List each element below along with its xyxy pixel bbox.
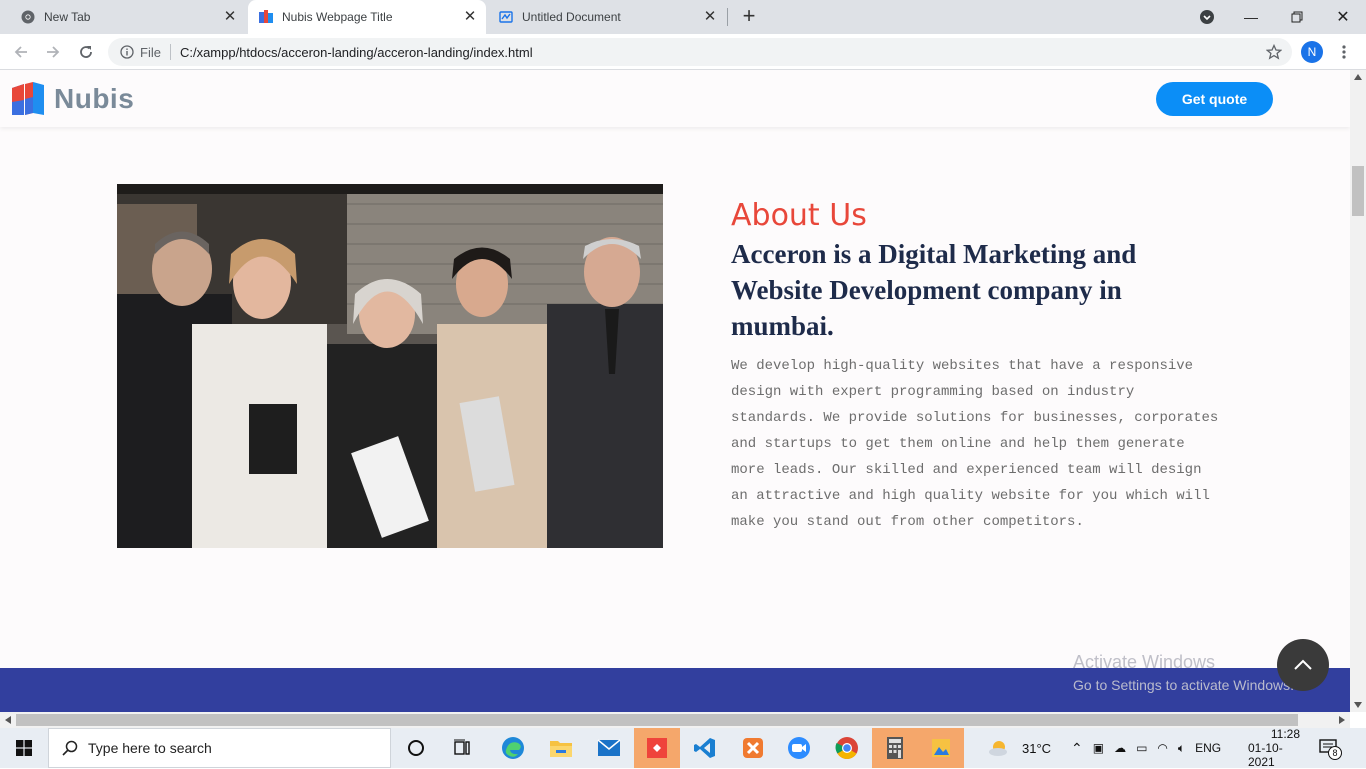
task-view-icon[interactable] — [439, 728, 485, 768]
vscode-icon[interactable] — [682, 728, 728, 768]
site-logo[interactable]: Nubis — [12, 82, 134, 116]
battery-icon[interactable]: ▭ — [1136, 741, 1147, 755]
tab-untitled-document[interactable]: Untitled Document ✕ — [488, 0, 726, 34]
xampp-icon[interactable] — [730, 728, 776, 768]
clock-date: 01-10-2021 — [1248, 741, 1283, 769]
zoom-icon[interactable] — [776, 728, 822, 768]
taskbar-search-box[interactable]: Type here to search — [48, 728, 391, 768]
address-bar[interactable]: File C:/xampp/htdocs/acceron-landing/acc… — [108, 38, 1292, 66]
show-hidden-icons-chevron-icon[interactable]: ⌃ — [1071, 740, 1083, 757]
speaker-icon[interactable]: 🔈︎ — [1178, 741, 1185, 756]
nubis-logo-icon — [12, 82, 44, 115]
close-tab-icon[interactable]: ✕ — [702, 9, 718, 25]
url-text[interactable]: C:/xampp/htdocs/acceron-landing/acceron-… — [180, 45, 533, 60]
scroll-right-arrow-icon — [1339, 716, 1345, 724]
edge-browser-icon[interactable] — [490, 728, 536, 768]
vertical-scroll-thumb[interactable] — [1352, 166, 1364, 216]
about-heading: Acceron is a Digital Marketing and Websi… — [731, 239, 1137, 341]
wifi-icon[interactable]: ◠ — [1157, 741, 1167, 755]
browser-menu-button[interactable] — [1334, 40, 1354, 64]
tab-title: Nubis Webpage Title — [282, 10, 393, 24]
close-tab-icon[interactable]: ✕ — [222, 9, 238, 25]
vertical-scrollbar[interactable] — [1350, 70, 1366, 712]
address-divider — [169, 44, 171, 60]
close-window-button[interactable]: ✕ — [1320, 0, 1366, 34]
notification-count-badge: 8 — [1328, 746, 1342, 760]
bookmark-star-icon[interactable] — [1266, 44, 1282, 60]
meet-now-icon[interactable]: ▣ — [1093, 741, 1104, 755]
activate-windows-subtitle: Go to Settings to activate Windows. — [1073, 677, 1294, 693]
info-icon[interactable] — [120, 45, 134, 59]
tab-search-button[interactable] — [1184, 0, 1230, 34]
horizontal-scroll-thumb[interactable] — [16, 714, 1298, 726]
get-quote-button[interactable]: Get quote — [1156, 82, 1273, 116]
start-button[interactable] — [0, 728, 48, 768]
page-viewport: Nubis Get quote About Us Acceron is a Di… — [0, 70, 1350, 712]
notification-center-button[interactable]: 8 — [1318, 728, 1342, 768]
photos-app-icon[interactable] — [918, 728, 964, 768]
browser-tab-strip: New Tab ✕ Nubis Webpage Title ✕ Untitled… — [0, 0, 1366, 34]
partly-cloudy-icon — [989, 741, 1007, 756]
scroll-up-arrow-icon — [1354, 74, 1362, 80]
about-us-label: About Us — [731, 198, 867, 233]
tab-divider — [727, 8, 728, 26]
windows-logo-icon — [16, 740, 32, 756]
tab-nubis-webpage[interactable]: Nubis Webpage Title ✕ — [248, 0, 486, 34]
about-description: We develop high-quality websites that ha… — [731, 358, 1219, 530]
arrow-left-icon — [14, 46, 27, 58]
activate-windows-title: Activate Windows — [1073, 652, 1216, 672]
arrow-right-icon — [47, 46, 60, 58]
new-tab-button[interactable]: + — [737, 5, 761, 29]
chevron-up-icon — [1294, 659, 1312, 670]
language-indicator[interactable]: ENG — [1195, 741, 1221, 755]
search-icon — [62, 740, 78, 756]
close-tab-icon[interactable]: ✕ — [462, 9, 478, 25]
search-placeholder: Type here to search — [88, 740, 212, 756]
brand-name: Nubis — [54, 83, 135, 114]
tab-title: Untitled Document — [522, 10, 621, 24]
tab-title: New Tab — [44, 10, 91, 24]
nubis-logo-icon — [258, 9, 274, 25]
scroll-left-arrow-icon — [5, 716, 11, 724]
weather-widget[interactable]: 31°C — [988, 728, 1051, 768]
calculator-icon[interactable] — [872, 728, 918, 768]
chrome-icon[interactable] — [824, 728, 870, 768]
onedrive-cloud-icon[interactable]: ☁ — [1114, 741, 1126, 755]
kebab-menu-icon — [1342, 45, 1346, 59]
reload-button[interactable] — [74, 40, 98, 64]
weather-temperature: 31°C — [1022, 740, 1052, 756]
team-photo — [117, 184, 663, 548]
anydesk-icon[interactable] — [634, 728, 680, 768]
back-button[interactable] — [9, 40, 33, 64]
system-tray: ⌃ ▣ ☁ ▭ ◠ 🔈︎ ENG — [1066, 728, 1221, 768]
restore-button[interactable] — [1274, 0, 1320, 34]
restore-icon — [1291, 11, 1303, 23]
chevron-down-icon — [1200, 10, 1214, 24]
profile-avatar[interactable]: N — [1301, 41, 1323, 63]
clock[interactable]: 11:28 01-10-2021 — [1248, 727, 1300, 769]
document-icon — [498, 9, 514, 25]
tab-new-tab[interactable]: New Tab ✕ — [0, 0, 246, 34]
windows-taskbar: Type here to search 31°C ⌃ ▣ ☁ ▭ ◠ 🔈︎ EN… — [0, 727, 1366, 769]
reload-icon — [80, 46, 92, 58]
browser-toolbar: File C:/xampp/htdocs/acceron-landing/acc… — [0, 34, 1366, 70]
scroll-to-top-button[interactable] — [1277, 639, 1329, 691]
chrome-icon — [20, 9, 36, 25]
cortana-icon[interactable] — [393, 728, 439, 768]
scroll-down-arrow-icon — [1354, 702, 1362, 708]
site-header: Nubis Get quote — [0, 70, 1350, 127]
forward-button[interactable] — [41, 40, 65, 64]
horizontal-scrollbar[interactable] — [0, 712, 1350, 728]
scheme-label: File — [140, 44, 161, 60]
file-explorer-icon[interactable] — [538, 728, 584, 768]
mail-icon[interactable] — [586, 728, 632, 768]
clock-time: 11:28 — [1270, 727, 1300, 741]
minimize-button[interactable]: — — [1228, 0, 1274, 34]
